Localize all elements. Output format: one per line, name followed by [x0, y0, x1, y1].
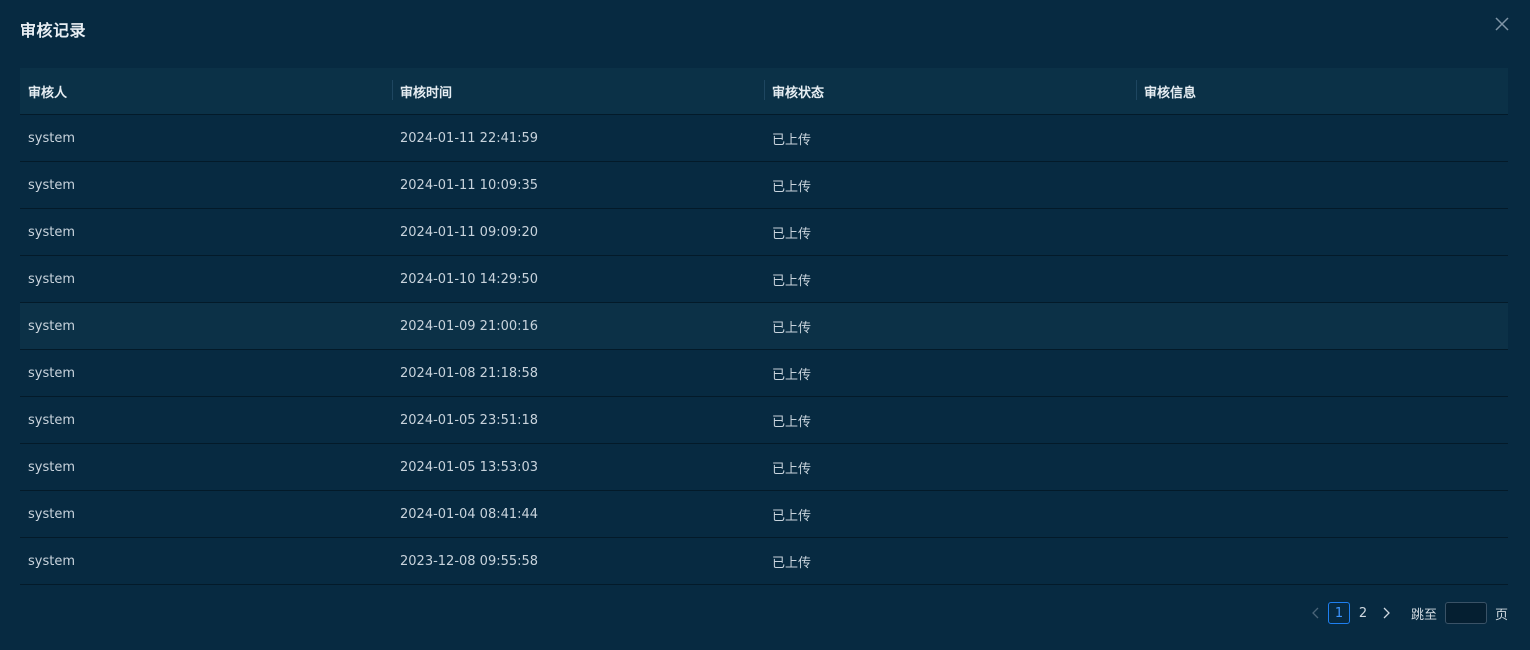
cell-review-time: 2024-01-05 13:53:03: [400, 459, 539, 475]
cell-review-status: 已上传: [772, 414, 812, 430]
table-row[interactable]: system 2023-12-08 09:55:58 已上传: [20, 538, 1508, 585]
page-item-1[interactable]: 1: [1327, 602, 1350, 624]
modal-title: 审核记录: [20, 21, 87, 40]
chevron-left-icon: [1312, 607, 1319, 619]
cell-reviewer: system: [28, 506, 75, 522]
page-unit-label: 页: [1494, 607, 1508, 623]
cell-reviewer: system: [28, 177, 75, 193]
jump-to-label: 跳至: [1410, 607, 1437, 623]
cell-reviewer: system: [28, 553, 75, 569]
table-row[interactable]: system 2024-01-11 22:41:59 已上传: [20, 115, 1508, 162]
cell-reviewer: system: [28, 271, 75, 287]
cell-review-status: 已上传: [772, 367, 812, 383]
close-icon: [1495, 17, 1509, 31]
cell-review-status: 已上传: [772, 273, 812, 289]
next-page-button[interactable]: [1375, 601, 1397, 625]
cell-review-time: 2024-01-08 21:18:58: [400, 365, 539, 381]
cell-reviewer: system: [28, 459, 75, 475]
cell-reviewer: system: [28, 318, 75, 334]
cell-reviewer: system: [28, 365, 75, 381]
column-header-review-info[interactable]: 审核信息: [1136, 79, 1508, 101]
table-header: 审核人 审核时间 审核状态 审核信息: [20, 68, 1508, 115]
cell-review-time: 2024-01-05 23:51:18: [400, 412, 539, 428]
cell-review-status: 已上传: [772, 461, 812, 477]
close-button[interactable]: [1492, 14, 1512, 34]
table-body: system 2024-01-11 22:41:59 已上传 system 20…: [20, 115, 1508, 585]
cell-review-time: 2024-01-11 22:41:59: [400, 130, 539, 146]
cell-reviewer: system: [28, 224, 75, 240]
cell-review-time: 2024-01-11 09:09:20: [400, 224, 539, 240]
column-header-reviewer[interactable]: 审核人: [20, 82, 392, 101]
cell-review-time: 2024-01-09 21:00:16: [400, 318, 539, 334]
jump-page-input[interactable]: [1444, 602, 1487, 624]
cell-review-time: 2024-01-04 08:41:44: [400, 506, 539, 522]
table-row[interactable]: system 2024-01-05 23:51:18 已上传: [20, 397, 1508, 444]
audit-record-modal: 审核记录 审核人 审核时间 审核状态 审核信息 system 2024-01-1…: [0, 0, 1530, 650]
audit-table: 审核人 审核时间 审核状态 审核信息 system 2024-01-11 22:…: [20, 68, 1508, 585]
table-row[interactable]: system 2024-01-05 13:53:03 已上传: [20, 444, 1508, 491]
cell-reviewer: system: [28, 412, 75, 428]
pagination: 1 2 跳至 页: [1305, 601, 1508, 625]
cell-review-status: 已上传: [772, 508, 812, 524]
table-row[interactable]: system 2024-01-11 09:09:20 已上传: [20, 209, 1508, 256]
prev-page-button[interactable]: [1305, 601, 1327, 625]
cell-reviewer: system: [28, 130, 75, 146]
table-row[interactable]: system 2024-01-08 21:18:58 已上传: [20, 350, 1508, 397]
table-row[interactable]: system 2024-01-09 21:00:16 已上传: [20, 303, 1508, 350]
table-row[interactable]: system 2024-01-11 10:09:35 已上传: [20, 162, 1508, 209]
cell-review-status: 已上传: [772, 555, 812, 571]
cell-review-time: 2024-01-11 10:09:35: [400, 177, 539, 193]
cell-review-status: 已上传: [772, 320, 812, 336]
column-header-review-status[interactable]: 审核状态: [764, 79, 1136, 101]
table-row[interactable]: system 2024-01-04 08:41:44 已上传: [20, 491, 1508, 538]
cell-review-status: 已上传: [772, 132, 812, 148]
cell-review-status: 已上传: [772, 226, 812, 242]
chevron-right-icon: [1383, 607, 1390, 619]
cell-review-time: 2024-01-10 14:29:50: [400, 271, 539, 287]
table-row[interactable]: system 2024-01-10 14:29:50 已上传: [20, 256, 1508, 303]
cell-review-status: 已上传: [772, 179, 812, 195]
column-header-review-time[interactable]: 审核时间: [392, 79, 764, 101]
cell-review-time: 2023-12-08 09:55:58: [400, 553, 539, 569]
page-item-2[interactable]: 2: [1352, 602, 1374, 624]
